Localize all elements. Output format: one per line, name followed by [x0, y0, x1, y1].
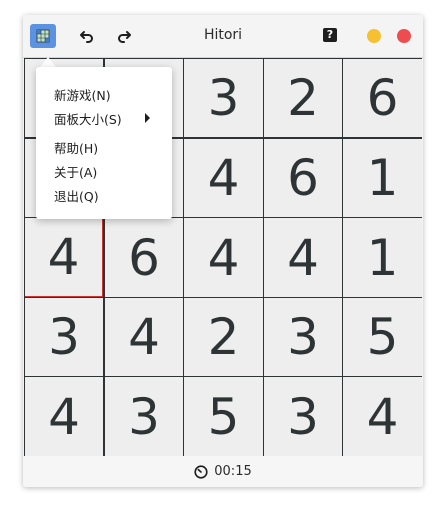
- board-cell-r2-c4[interactable]: 6: [264, 139, 342, 217]
- board-cell-r5-c4[interactable]: 3: [264, 377, 342, 456]
- timer-label: 00:15: [214, 464, 252, 479]
- board-cell-r3-c5[interactable]: 1: [343, 218, 422, 297]
- board-cell-r3-c2[interactable]: 6: [105, 218, 183, 297]
- menu-item-help[interactable]: 帮助(H): [54, 138, 98, 157]
- undo-icon: [80, 31, 93, 43]
- board-cell-r4-c1[interactable]: 3: [25, 298, 103, 376]
- board-cell-r5-c2[interactable]: 3: [105, 377, 183, 456]
- clock-icon: [194, 464, 208, 479]
- menu-item-quit[interactable]: 退出(Q): [54, 186, 99, 205]
- menu-pointer: [40, 57, 56, 67]
- board-cell-r3-c3[interactable]: 4: [184, 218, 263, 297]
- board-cell-r2-c5[interactable]: 1: [343, 139, 422, 217]
- board-cell-r5-c3[interactable]: 5: [184, 377, 263, 456]
- board-cell-r2-c3[interactable]: 4: [184, 139, 263, 217]
- board-cell-r3-c4[interactable]: 4: [264, 218, 342, 297]
- app-menu-popover: 新游戏(N) 面板大小(S) 帮助(H) 关于(A) 退出(Q): [36, 67, 172, 219]
- close-button[interactable]: [397, 29, 411, 43]
- board-cell-r5-c5[interactable]: 4: [343, 377, 422, 456]
- menu-item-board-size[interactable]: 面板大小(S): [54, 109, 122, 128]
- minimize-button[interactable]: [367, 29, 381, 43]
- status-bar: 00:15: [23, 456, 423, 487]
- app-menu-button[interactable]: [30, 24, 56, 48]
- board-cell-r4-c3[interactable]: 2: [184, 298, 263, 376]
- help-button[interactable]: ?: [323, 28, 337, 42]
- undo-button[interactable]: [75, 24, 99, 48]
- menu-item-new-game[interactable]: 新游戏(N): [54, 85, 111, 104]
- board-cell-r3-c1[interactable]: 4: [25, 218, 103, 297]
- board-cell-r4-c4[interactable]: 3: [264, 298, 342, 376]
- board-cell-r4-c2[interactable]: 4: [105, 298, 183, 376]
- board-cell-r5-c1[interactable]: 4: [25, 377, 103, 456]
- redo-icon: [118, 31, 131, 43]
- board-cell-r1-c5[interactable]: 6: [343, 59, 422, 137]
- submenu-arrow-icon: [145, 113, 150, 123]
- hitori-app-icon: [36, 29, 50, 43]
- menu-item-about[interactable]: 关于(A): [54, 162, 97, 181]
- board-cell-r4-c5[interactable]: 5: [343, 298, 422, 376]
- board-cell-r1-c3[interactable]: 3: [184, 59, 263, 137]
- redo-button[interactable]: [112, 24, 136, 48]
- board-cell-r1-c4[interactable]: 2: [264, 59, 342, 137]
- header-bar: Hitori ?: [23, 15, 423, 58]
